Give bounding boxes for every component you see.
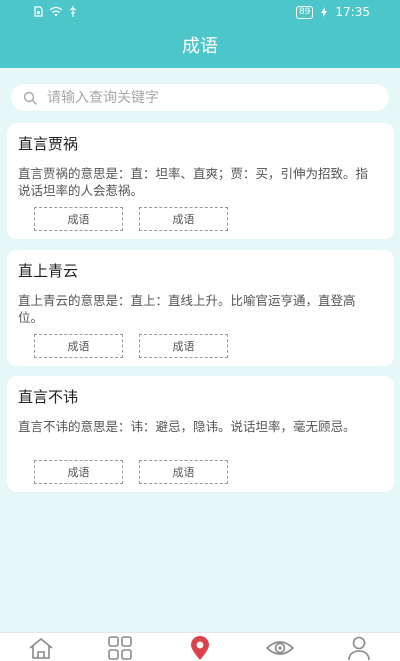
idiom-tag[interactable]: 成语 <box>34 460 123 484</box>
eye-icon <box>265 641 295 655</box>
nav-categories[interactable] <box>106 636 134 660</box>
home-icon <box>29 638 53 659</box>
idiom-description: 直上青云的意思是：直上：直线上升。比喻官运亨通，直登高位。 <box>18 293 356 325</box>
idiom-tag[interactable]: 成语 <box>139 207 228 231</box>
idiom-title: 直言不讳 <box>18 388 79 406</box>
status-icons-right: 89 17:35 <box>295 5 370 19</box>
nav-location[interactable] <box>186 636 214 660</box>
idiom-tag[interactable]: 成语 <box>139 334 228 358</box>
search-bar[interactable] <box>11 84 389 111</box>
bottom-navigation <box>0 632 400 661</box>
charging-icon <box>321 7 328 17</box>
idiom-title: 直上青云 <box>18 262 79 280</box>
nav-home[interactable] <box>27 636 55 660</box>
search-input[interactable] <box>47 89 367 106</box>
battery-indicator: 89 <box>295 5 314 19</box>
nav-profile[interactable] <box>345 636 373 661</box>
idiom-tag[interactable]: 成语 <box>34 207 123 231</box>
user-icon <box>348 636 370 661</box>
idiom-description: 直言不讳的意思是：讳：避忌，隐讳。说话坦率，毫无顾忌。 <box>18 419 356 434</box>
usb-icon <box>69 6 77 17</box>
page-title: 成语 <box>182 36 218 57</box>
sim-card-icon <box>34 6 43 17</box>
status-icons-left <box>34 6 77 17</box>
wifi-icon <box>49 6 63 17</box>
app-header: 89 17:35 成语 <box>0 0 400 68</box>
idiom-card[interactable]: 直上青云 直上青云的意思是：直上：直线上升。比喻官运亨通，直登高位。 成语 成语 <box>7 250 394 366</box>
status-bar: 89 17:35 <box>0 0 400 26</box>
idiom-card[interactable]: 直言贾祸 直言贾祸的意思是：直：坦率、直爽；贾：买，引伸为招致。指说话坦率的人会… <box>7 123 394 239</box>
idiom-card[interactable]: 直言不讳 直言不讳的意思是：讳：避忌，隐讳。说话坦率，毫无顾忌。 成语 成语 <box>7 376 394 492</box>
idiom-tag[interactable]: 成语 <box>34 334 123 358</box>
main-content: 直言贾祸 直言贾祸的意思是：直：坦率、直爽；贾：买，引伸为招致。指说话坦率的人会… <box>0 68 400 632</box>
status-time: 17:35 <box>335 5 370 19</box>
nav-view[interactable] <box>265 636 295 660</box>
grid-icon <box>108 636 132 660</box>
idiom-description: 直言贾祸的意思是：直：坦率、直爽；贾：买，引伸为招致。指说话坦率的人会惹祸。 <box>18 166 369 198</box>
idiom-tag[interactable]: 成语 <box>139 460 228 484</box>
search-icon <box>23 91 37 105</box>
idiom-title: 直言贾祸 <box>18 135 79 153</box>
location-pin-icon <box>191 636 209 660</box>
